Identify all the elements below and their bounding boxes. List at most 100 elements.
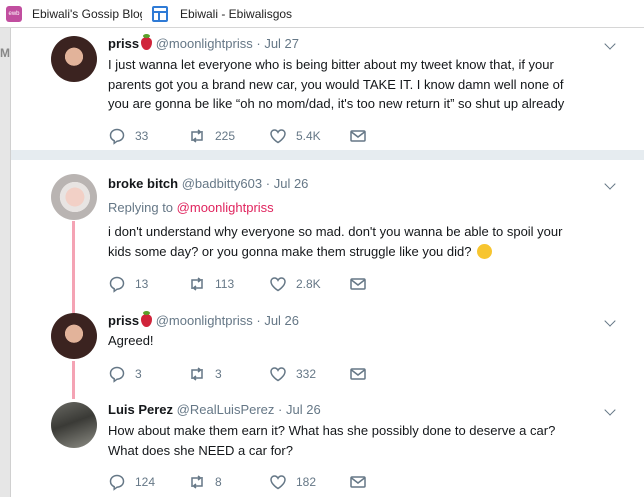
reply-icon	[109, 128, 125, 145]
tweet[interactable]: priss @moonlightpriss · Jul 27 I just wa…	[11, 28, 644, 150]
retweet-button[interactable]: 8	[188, 473, 222, 491]
dm-button[interactable]	[349, 275, 376, 293]
reply-button[interactable]: 3	[108, 365, 142, 383]
like-count: 2.8K	[296, 277, 321, 291]
tweet-date[interactable]: Jul 26	[264, 313, 299, 328]
tweet-text: How about make them earn it? What has sh…	[108, 421, 618, 460]
dot-separator: ·	[278, 402, 283, 417]
envelope-icon	[350, 130, 366, 142]
dm-button[interactable]	[349, 365, 376, 383]
retweet-icon	[191, 277, 203, 291]
dm-button[interactable]	[349, 127, 376, 145]
replying-to: Replying to @moonlightpriss	[108, 200, 274, 215]
dot-separator: ·	[256, 36, 261, 51]
avatar[interactable]	[51, 174, 97, 220]
strawberry-icon	[141, 311, 153, 327]
dot-separator: ·	[256, 313, 261, 328]
tweet[interactable]: broke bitch @badbitty603 · Jul 26 Replyi…	[11, 160, 644, 300]
heart-icon	[270, 367, 286, 382]
tweet-separator	[11, 150, 644, 160]
display-name[interactable]: priss	[108, 36, 139, 51]
retweet-button[interactable]: 225	[188, 127, 235, 145]
reply-count: 33	[135, 129, 149, 143]
like-button[interactable]: 332	[269, 365, 316, 383]
like-count: 182	[296, 475, 317, 489]
chevron-down-icon[interactable]	[604, 38, 616, 50]
like-button[interactable]: 5.4K	[269, 127, 321, 145]
gutter-letter: M	[0, 46, 10, 60]
tweet-header: priss @moonlightpriss · Jul 27	[108, 34, 299, 51]
reply-icon	[109, 276, 125, 293]
display-name[interactable]: priss	[108, 313, 139, 328]
tweet[interactable]: priss @moonlightpriss · Jul 26 Agreed! 3…	[11, 300, 644, 390]
retweet-button[interactable]: 3	[188, 365, 222, 383]
user-handle[interactable]: @badbitty603	[182, 176, 262, 191]
tweet-header: Luis Perez @RealLuisPerez · Jul 26	[108, 402, 321, 417]
tweet-text-line: I just wanna let everyone who is being b…	[108, 57, 554, 72]
avatar[interactable]	[51, 36, 97, 82]
like-count: 332	[296, 367, 317, 381]
like-count: 5.4K	[296, 129, 321, 143]
like-button[interactable]: 2.8K	[269, 275, 321, 293]
chevron-down-icon[interactable]	[604, 178, 616, 190]
bookmark-ebiwali[interactable]: Ebiwali - Ebiwalisgos	[146, 0, 326, 28]
tweet-date[interactable]: Jul 26	[286, 402, 321, 417]
display-name[interactable]: broke bitch	[108, 176, 178, 191]
bookmark-label: Ebiwali - Ebiwalisgos	[180, 6, 293, 21]
retweet-icon	[191, 475, 203, 489]
retweet-count: 225	[215, 129, 236, 143]
user-handle[interactable]: @moonlightpriss	[156, 313, 253, 328]
avatar[interactable]	[51, 402, 97, 448]
bookmarks-bar: ewb Ebiwali's Gossip Blog Ebiwali - Ebiw…	[0, 0, 644, 28]
heart-icon	[270, 277, 286, 292]
reply-button[interactable]: 124	[108, 473, 155, 491]
tweet-text: Agreed!	[108, 331, 618, 351]
background-page-gutter: M	[0, 28, 11, 497]
strawberry-icon	[141, 34, 153, 50]
retweet-icon	[191, 367, 203, 381]
envelope-icon	[350, 476, 366, 488]
reply-button[interactable]: 33	[108, 127, 148, 145]
tweet-text-line: you are gonna be like “oh no mom/dad, it…	[108, 96, 565, 111]
tweet-text-line: How about make them earn it? What has sh…	[108, 423, 556, 438]
reply-icon	[109, 474, 125, 491]
replying-to-link[interactable]: @moonlightpriss	[177, 200, 274, 215]
retweet-icon	[191, 129, 203, 143]
tweet-text: I just wanna let everyone who is being b…	[108, 55, 618, 114]
tweet-text-line: What does she NEED a car for?	[108, 442, 293, 458]
tweet-date[interactable]: Jul 27	[264, 36, 299, 51]
retweet-count: 8	[215, 475, 222, 489]
tweet-header: broke bitch @badbitty603 · Jul 26	[108, 176, 308, 191]
avatar[interactable]	[51, 313, 97, 359]
chevron-down-icon[interactable]	[604, 404, 616, 416]
heart-icon	[270, 475, 286, 490]
heart-icon	[270, 129, 286, 144]
reply-count: 3	[135, 367, 142, 381]
dot-separator: ·	[265, 176, 271, 191]
replying-to-label: Replying to	[108, 200, 174, 215]
tweet[interactable]: Luis Perez @RealLuisPerez · Jul 26 How a…	[11, 390, 644, 497]
tweet-text-line: i don't understand why everyone so mad. …	[108, 224, 563, 239]
retweet-button[interactable]: 113	[188, 275, 234, 293]
reply-button[interactable]: 13	[108, 275, 148, 293]
tweet-header: priss @moonlightpriss · Jul 26	[108, 311, 299, 328]
reply-icon	[109, 366, 125, 383]
chevron-down-icon[interactable]	[604, 315, 616, 327]
tweet-text: i don't understand why everyone so mad. …	[108, 222, 618, 261]
gossip-favicon-icon: ewb	[6, 5, 22, 22]
bookmark-gossip-blog[interactable]: ewb Ebiwali's Gossip Blog	[0, 0, 142, 28]
tweet-text-line: parents got you a brand new car, you wou…	[108, 76, 564, 92]
reply-count: 13	[135, 277, 149, 291]
eye-roll-emoji-icon	[477, 243, 493, 259]
retweet-count: 3	[215, 367, 222, 381]
reply-count: 124	[135, 475, 156, 489]
tweet-text-line: kids some day? or you gonna make them st…	[108, 243, 472, 259]
user-handle[interactable]: @moonlightpriss	[156, 36, 253, 51]
envelope-icon	[350, 368, 366, 380]
dm-button[interactable]	[349, 473, 376, 491]
like-button[interactable]: 182	[269, 473, 316, 491]
tweet-date[interactable]: Jul 26	[274, 176, 309, 191]
bookmark-label: Ebiwali's Gossip Blog	[32, 6, 142, 21]
display-name[interactable]: Luis Perez	[108, 402, 173, 417]
user-handle[interactable]: @RealLuisPerez	[177, 402, 275, 417]
